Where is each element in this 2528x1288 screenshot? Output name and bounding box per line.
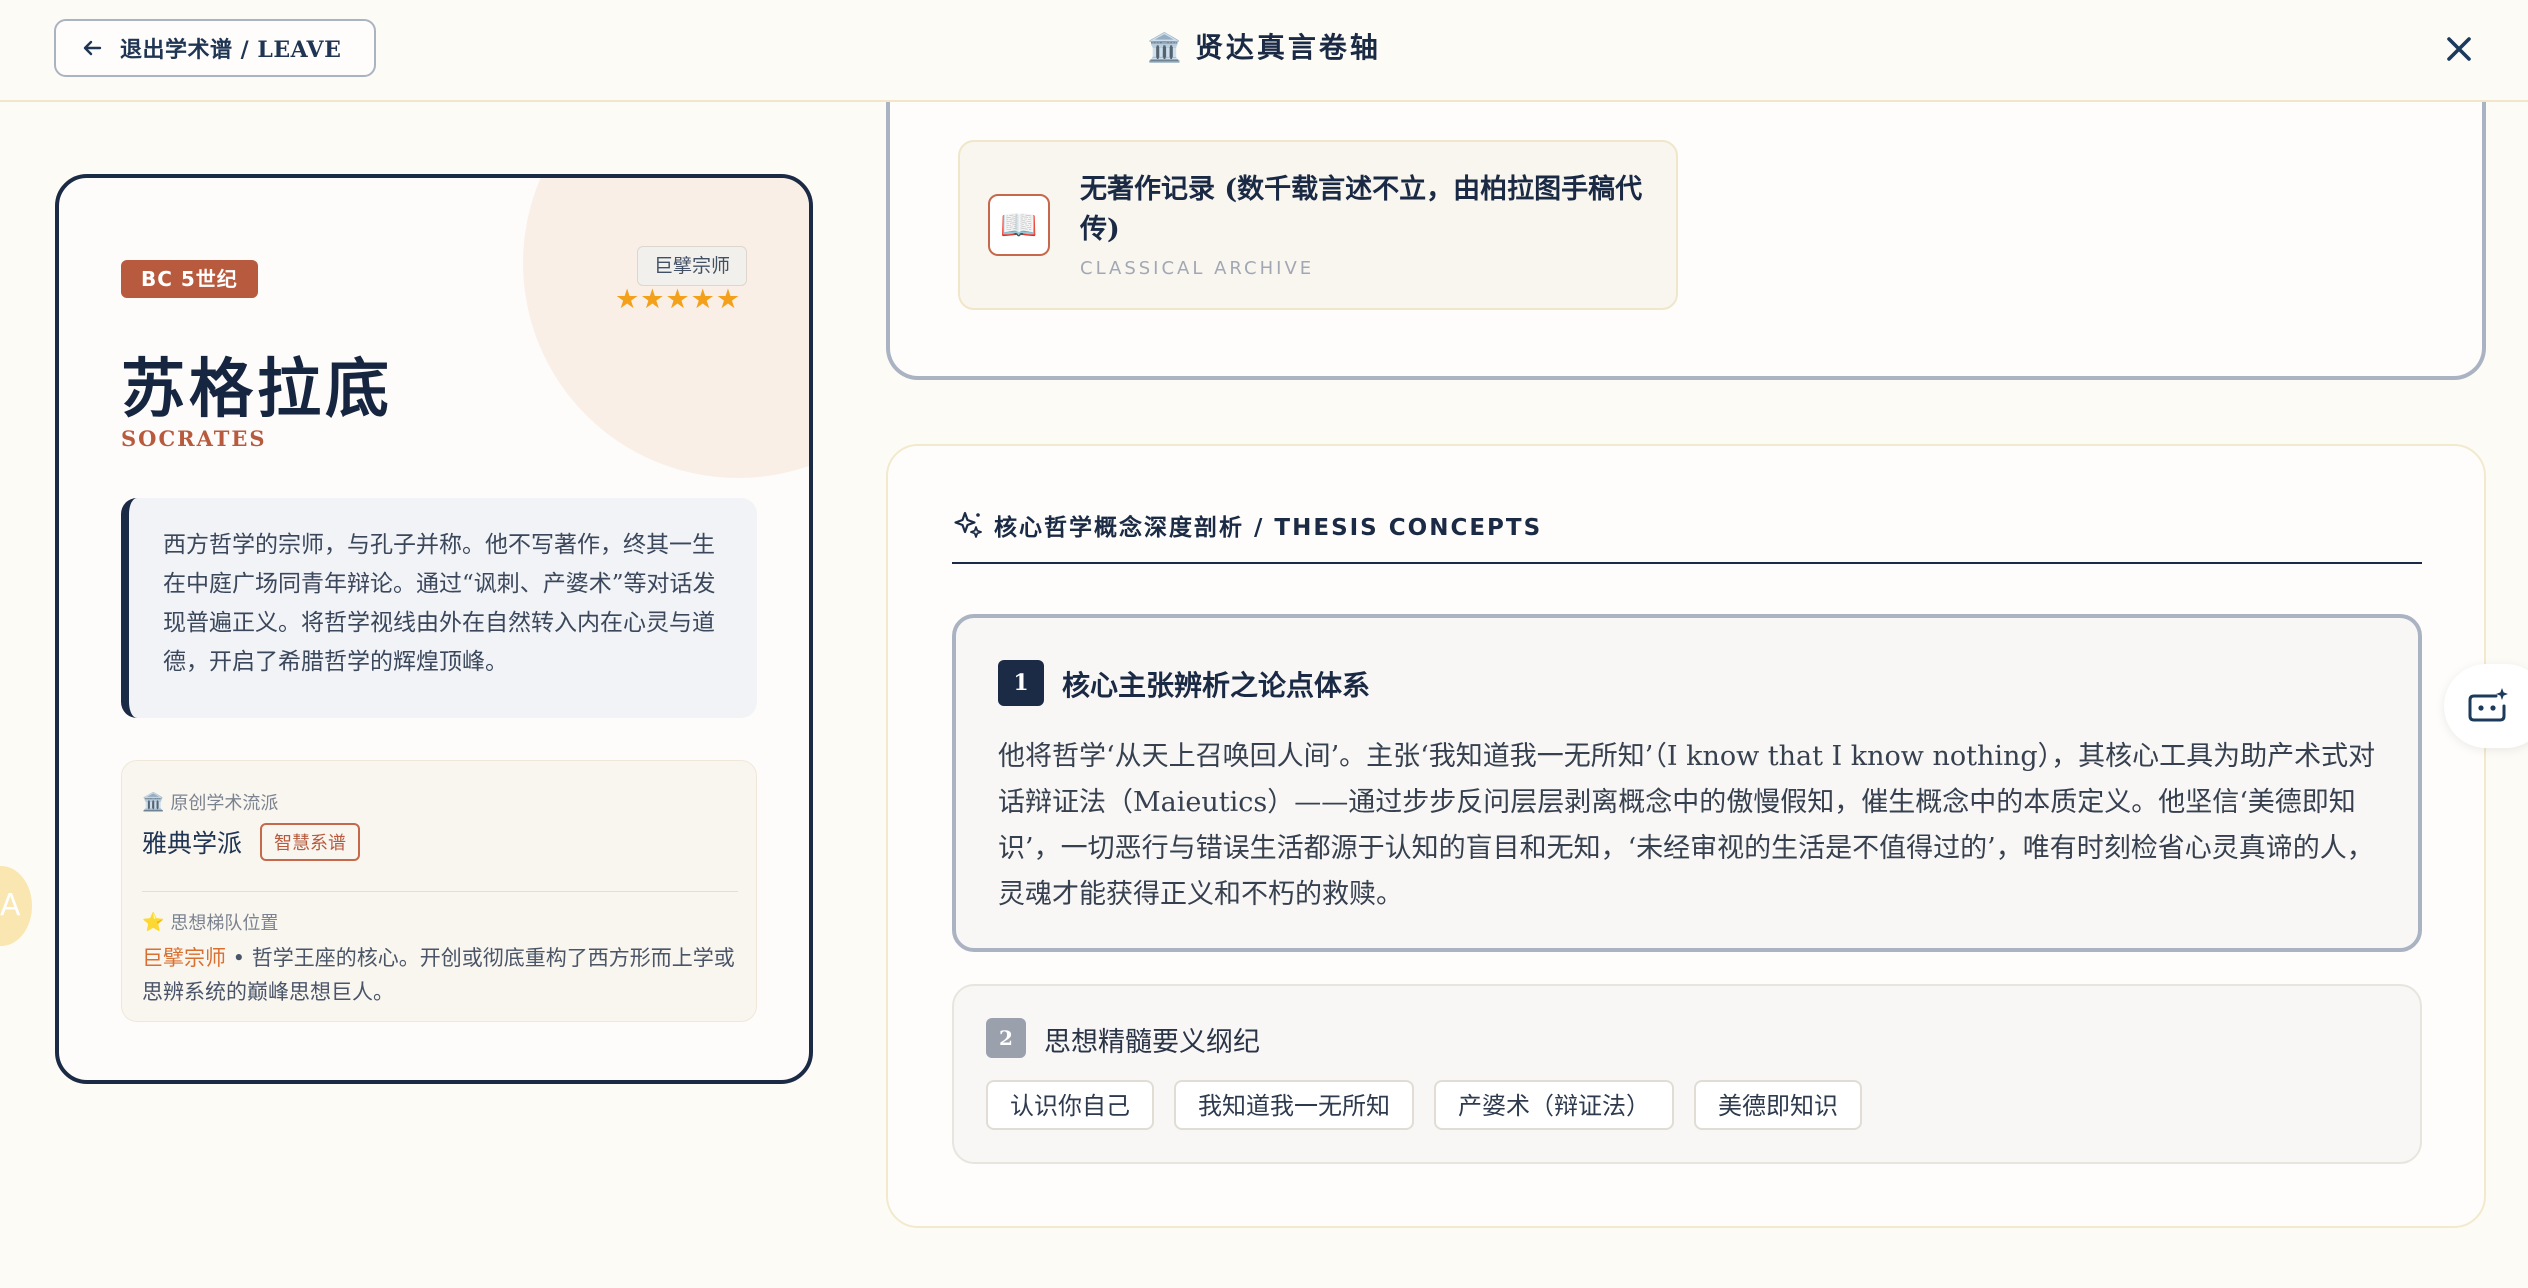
work-subtitle: CLASSICAL ARCHIVE [1080,258,1315,279]
concept-card-1: 1 核心主张辨析之论点体系 他将哲学‘从天上召唤回人间’。主张‘我知道我一无所知… [952,614,2422,952]
sparkle-icon [954,511,982,538]
side-avatar-button[interactable]: A [0,866,32,946]
keyword-tag[interactable]: 美德即知识 [1694,1080,1862,1130]
temple-small-icon: 🏛️ [142,791,165,813]
philosopher-name-en: SOCRATES [121,426,267,451]
book-icon: 📖 [988,194,1050,256]
school-tag-button[interactable]: 智慧系谱 [260,823,361,861]
school-row: 雅典学派 智慧系谱 [142,823,361,861]
divider [142,891,738,892]
star-rating-icon: ★★★★★ [615,284,742,315]
philosopher-name: 苏格拉底 [121,352,393,427]
keyword-tag[interactable]: 产婆术（辩证法） [1434,1080,1674,1130]
tier-description: 巨擘宗师 • 哲学王座的核心。开创或彻底重构了西方形而上学或思辨系统的巅峰思想巨… [142,946,735,1004]
concept-body-1: 他将哲学‘从天上召唤回人间’。主张‘我知道我一无所知’（I know that … [998,741,2376,910]
concept-number-2: 2 [986,1018,1026,1058]
philosopher-bio: 西方哲学的宗师，与孔子并称。他不写著作，终其一生在中庭广场同青年辩论。通过“讽刺… [121,498,757,718]
star-icon: ⭐ [142,911,165,933]
thesis-concepts-card: 核心哲学概念深度剖析 / THESIS CONCEPTS 1 核心主张辨析之论点… [886,444,2486,1228]
era-badge: BC 5世纪 [121,260,258,298]
close-icon[interactable] [2440,30,2478,68]
rank-badge: 巨擘宗师 [637,246,748,286]
keyword-tag[interactable]: 我知道我一无所知 [1174,1080,1414,1130]
concept-title-1: 核心主张辨析之论点体系 [1062,669,1371,702]
concept-card-2: 2 思想精髓要义纲纪 认识你自己 我知道我一无所知 产婆术（辩证法） 美德即知识 [952,984,2422,1164]
section-heading: 核心哲学概念深度剖析 / THESIS CONCEPTS [952,508,1542,542]
chat-bot-button[interactable] [2444,664,2528,748]
tier-label: ⭐ 思想梯队位置 [142,911,279,935]
section-divider [952,562,2422,564]
bot-icon [2468,688,2508,722]
keyword-list: 认识你自己 我知道我一无所知 产婆术（辩证法） 美德即知识 [986,1080,1862,1130]
philosopher-profile-card: BC 5世纪 巨擘宗师 ★★★★★ 苏格拉底 SOCRATES 西方哲学的宗师，… [55,174,813,1084]
info-panel: 🏛️ 原创学术流派 雅典学派 智慧系谱 ⭐ 思想梯队位置 巨擘宗师 • 哲学王座… [121,760,757,1022]
keyword-tag[interactable]: 认识你自己 [986,1080,1154,1130]
top-header: 退出学术谱 / LEAVE 🏛️ 贤达真言卷轴 [0,0,2528,102]
work-title: 无著作记录 (数千载言述不立，由柏拉图手稿代传) [1080,174,1643,245]
tier-name: 巨擘宗师 [142,946,226,970]
page-title: 🏛️ 贤达真言卷轴 [0,26,2528,66]
concept-title-2: 思想精髓要义纲纪 [1044,1027,1260,1058]
page-title-text: 贤达真言卷轴 [1194,31,1381,64]
concept-number-1: 1 [998,660,1044,706]
school-name: 雅典学派 [142,829,243,858]
work-item[interactable]: 📖 无著作记录 (数千载言述不立，由柏拉图手稿代传) CLASSICAL ARC… [958,140,1678,310]
decorative-circle [523,178,809,478]
school-label: 🏛️ 原创学术流派 [142,791,279,815]
temple-icon: 🏛️ [1147,31,1185,64]
